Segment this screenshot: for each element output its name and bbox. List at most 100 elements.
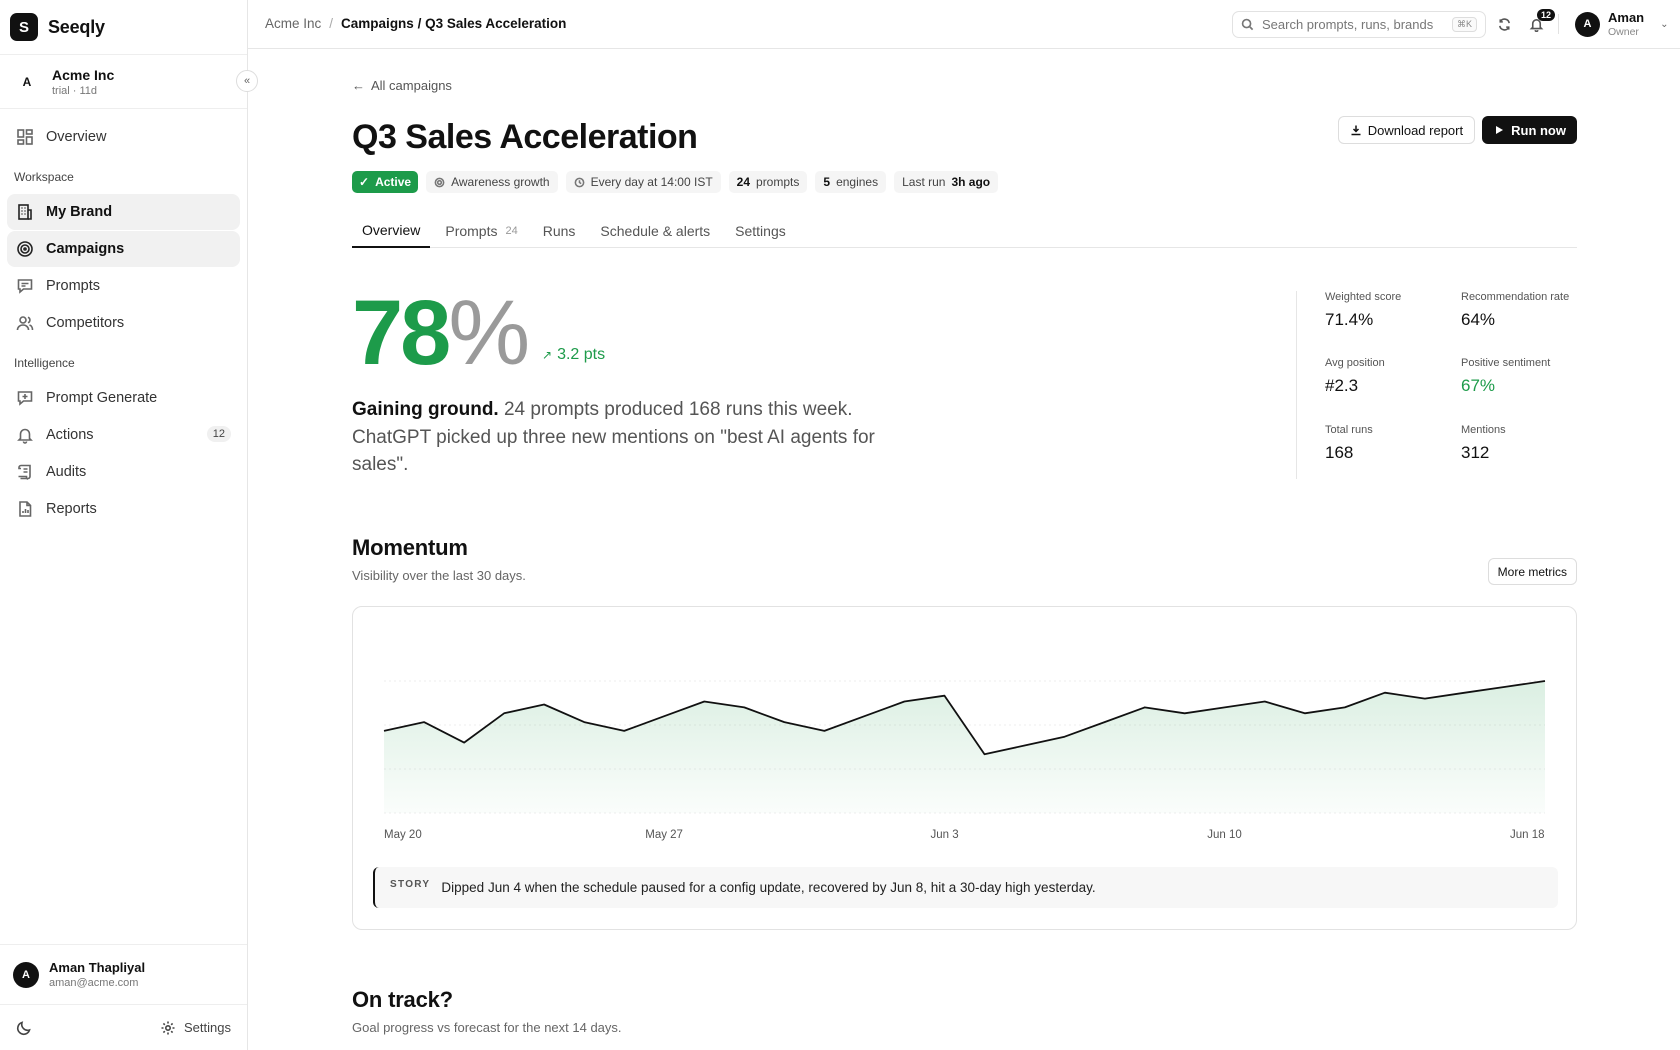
data-point[interactable]: [818, 725, 830, 737]
x-tick-label: Jun 18: [1510, 829, 1545, 841]
story-text: Dipped Jun 4 when the schedule paused fo…: [441, 880, 1096, 895]
sidebar-item-competitors[interactable]: Competitors: [7, 305, 240, 341]
avatar: A: [1575, 11, 1600, 37]
nav-section-intelligence: Intelligence: [14, 356, 75, 370]
divider: [1558, 14, 1559, 34]
org-switcher[interactable]: A Acme Inc trial · 11d: [0, 54, 247, 109]
schedule-chip: Every day at 14:00 IST: [565, 171, 721, 193]
sidebar-item-label: Campaigns: [46, 241, 125, 257]
status-label: Active: [375, 175, 412, 189]
more-metrics-button[interactable]: More metrics: [1487, 558, 1577, 585]
data-point[interactable]: [778, 716, 790, 728]
x-tick-label: Jun 3: [930, 829, 959, 841]
data-point[interactable]: [1379, 687, 1391, 699]
back-link[interactable]: ← All campaigns: [352, 78, 452, 93]
data-point[interactable]: [1019, 740, 1031, 752]
sidebar-item-reports[interactable]: Reports: [7, 491, 240, 527]
stat-avg-position: Avg position #2.3: [1325, 357, 1385, 396]
data-point[interactable]: [1499, 681, 1511, 693]
data-point[interactable]: [418, 716, 430, 728]
actions-count-badge: 12: [206, 426, 231, 442]
account-menu[interactable]: A Aman Owner ⌄: [1575, 10, 1669, 38]
search-input[interactable]: Search prompts, runs, brands ⌘K: [1232, 11, 1486, 38]
data-point[interactable]: [1539, 675, 1551, 687]
download-report-button[interactable]: Download report: [1337, 116, 1476, 144]
run-now-button[interactable]: Run now: [1482, 116, 1577, 144]
data-point[interactable]: [458, 737, 470, 749]
data-point[interactable]: [1299, 707, 1311, 719]
settings-button[interactable]: Settings: [160, 1020, 231, 1036]
grid-icon: [17, 129, 33, 145]
data-point[interactable]: [618, 725, 630, 737]
sidebar-item-actions[interactable]: Actions 12: [7, 417, 240, 453]
prompts-chip: 24 prompts: [728, 171, 808, 193]
org-plan: trial · 11d: [52, 84, 98, 97]
data-point[interactable]: [658, 710, 670, 722]
stat-label: Positive sentiment: [1461, 357, 1551, 369]
stat-total-runs: Total runs 168: [1325, 424, 1373, 463]
tab-runs[interactable]: Runs: [533, 213, 586, 248]
engines-count: 5: [823, 175, 831, 189]
data-point[interactable]: [538, 698, 550, 710]
data-point[interactable]: [1459, 687, 1471, 699]
message-plus-icon: [17, 391, 33, 406]
refresh-button[interactable]: [1493, 13, 1515, 35]
data-point[interactable]: [1059, 731, 1071, 743]
data-point[interactable]: [1099, 716, 1111, 728]
data-point[interactable]: [1419, 693, 1431, 705]
scroll-icon: [18, 464, 31, 480]
stat-value: 71.4%: [1325, 310, 1374, 329]
breadcrumb-root[interactable]: Acme Inc: [265, 16, 321, 31]
sidebar: S Seeqly A Acme Inc trial · 11d « Overvi…: [0, 0, 258, 1050]
sidebar-item-label: Actions: [46, 427, 94, 443]
campaign-meta: ✓ Active Awareness growth Every day at 1…: [352, 171, 999, 193]
sidebar-user[interactable]: A Aman Thapliyal aman@acme.com: [0, 944, 247, 1004]
stat-mentions: Mentions 312: [1461, 424, 1506, 463]
score-unit: %: [448, 282, 530, 384]
data-point[interactable]: [938, 690, 950, 702]
prompts-count: 24: [736, 175, 751, 189]
sidebar-item-prompts[interactable]: Prompts: [7, 268, 240, 304]
tab-settings[interactable]: Settings: [725, 213, 796, 248]
tab-count: 24: [505, 224, 518, 237]
data-point[interactable]: [498, 707, 510, 719]
clock-icon: [574, 177, 584, 187]
sidebar-item-label: Reports: [46, 501, 97, 517]
data-point[interactable]: [1259, 696, 1271, 708]
tab-prompts[interactable]: Prompts 24: [435, 213, 527, 248]
data-point[interactable]: [1179, 707, 1191, 719]
data-point[interactable]: [858, 710, 870, 722]
sidebar-item-my-brand[interactable]: My Brand: [7, 194, 240, 230]
sidebar-item-audits[interactable]: Audits: [7, 454, 240, 490]
last-run-chip: Last run 3h ago: [894, 171, 999, 193]
data-point[interactable]: [738, 701, 750, 713]
data-point[interactable]: [698, 696, 710, 708]
users-icon: [16, 316, 34, 331]
data-point[interactable]: [378, 725, 390, 737]
sidebar-item-prompt-generate[interactable]: Prompt Generate: [7, 380, 240, 416]
sidebar-nav: Overview Workspace My Brand Campaigns Pr…: [7, 119, 240, 528]
moon-icon[interactable]: [16, 1020, 32, 1036]
data-point[interactable]: [578, 716, 590, 728]
stat-value: 312: [1461, 443, 1490, 462]
sidebar-item-label: Overview: [46, 129, 107, 145]
breadcrumb: Acme Inc / Campaigns / Q3 Sales Accelera…: [265, 16, 566, 31]
data-point[interactable]: [1339, 701, 1351, 713]
avatar: A: [13, 961, 39, 988]
target-icon: [17, 241, 33, 257]
sidebar-item-campaigns[interactable]: Campaigns: [7, 231, 240, 267]
arrow-up-right-icon: ↗: [542, 348, 553, 362]
data-point[interactable]: [979, 748, 991, 760]
data-point[interactable]: [1219, 701, 1231, 713]
tab-schedule-alerts[interactable]: Schedule & alerts: [590, 213, 720, 248]
momentum-subtitle: Visibility over the last 30 days.: [352, 568, 526, 583]
user-name: Aman Thapliyal: [49, 960, 146, 975]
tab-overview[interactable]: Overview: [352, 213, 431, 248]
app-logo[interactable]: S Seeqly: [10, 13, 105, 41]
sidebar-item-overview[interactable]: Overview: [7, 119, 240, 155]
notifications-button[interactable]: 12: [1525, 9, 1556, 35]
data-point[interactable]: [898, 696, 910, 708]
data-point[interactable]: [1139, 701, 1151, 713]
sidebar-item-label: Prompts: [46, 278, 100, 294]
collapse-sidebar-button[interactable]: «: [236, 70, 258, 92]
